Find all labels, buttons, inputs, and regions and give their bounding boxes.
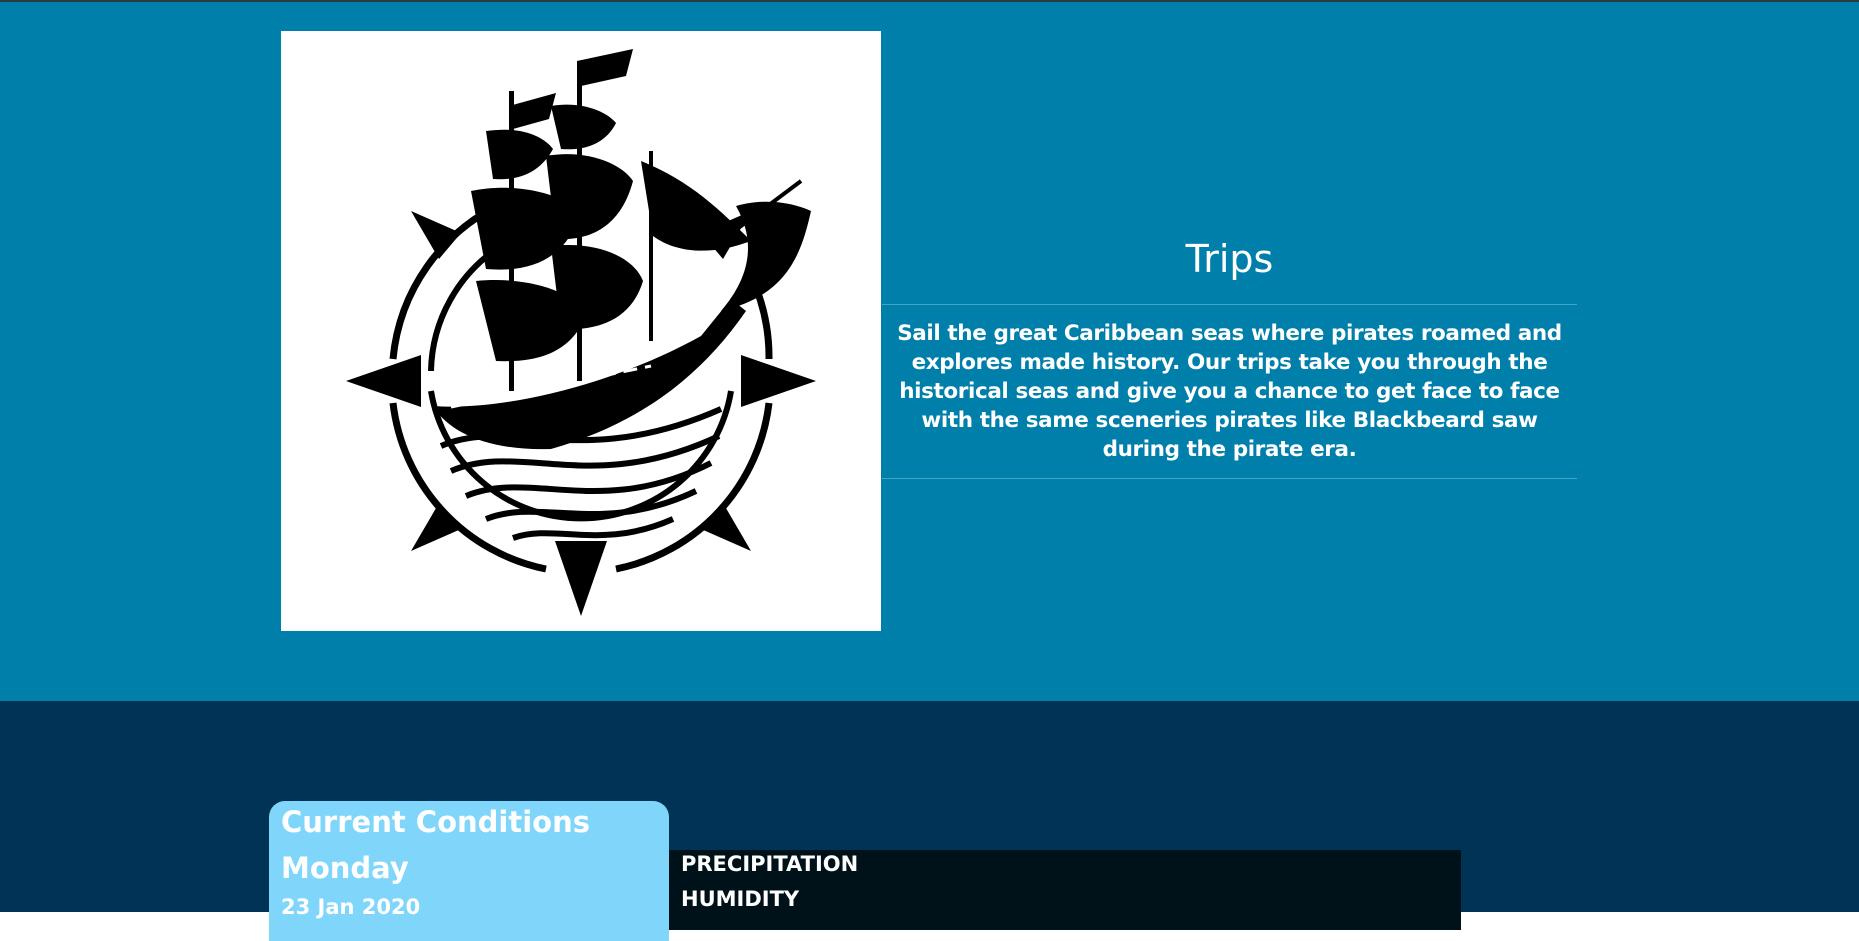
humidity-label: HUMIDITY bbox=[681, 887, 800, 911]
trips-heading: Trips bbox=[1185, 237, 1274, 281]
pirate-ship-logo bbox=[281, 31, 881, 631]
weather-section: Current Conditions Monday 23 Jan 2020 PR… bbox=[0, 701, 1859, 941]
current-conditions-title: Current Conditions bbox=[281, 805, 590, 839]
divider bbox=[882, 478, 1577, 479]
trips-content: Trips Sail the great Caribbean seas wher… bbox=[882, 224, 1577, 479]
weather-metrics-panel: PRECIPITATION HUMIDITY bbox=[669, 850, 1461, 930]
trips-section: Trips Sail the great Caribbean seas wher… bbox=[0, 2, 1859, 701]
weather-date: 23 Jan 2020 bbox=[281, 895, 421, 919]
trips-description: Sail the great Caribbean seas where pira… bbox=[897, 321, 1562, 462]
precipitation-label: PRECIPITATION bbox=[681, 852, 859, 876]
pirate-ship-compass-icon bbox=[346, 49, 816, 616]
weather-day: Monday bbox=[281, 851, 409, 885]
current-conditions-card: Current Conditions Monday 23 Jan 2020 bbox=[269, 801, 669, 941]
